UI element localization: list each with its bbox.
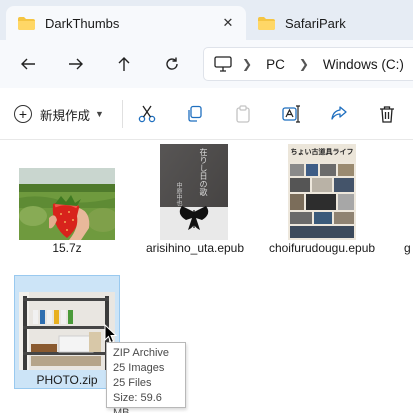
forward-arrow-icon xyxy=(69,58,83,70)
refresh-button[interactable] xyxy=(158,50,186,78)
monitor-icon xyxy=(214,56,232,72)
navigation-bar: ❯ PC ❯ Windows (C:) xyxy=(0,40,413,88)
paste-button[interactable] xyxy=(230,101,256,127)
file-name: 15.7z xyxy=(52,241,82,255)
file-list: 15.7z 在りし日の歌 中原中也 arisihino_uta.epub ちょい… xyxy=(0,141,413,413)
copy-button[interactable] xyxy=(182,101,208,127)
strawberry-thumbnail xyxy=(19,168,115,240)
refresh-icon xyxy=(166,57,178,70)
up-button[interactable] xyxy=(110,50,138,78)
plus-icon: + xyxy=(14,105,32,123)
book-cover-thumbnail: ちょい古道具ライフ xyxy=(288,144,356,240)
scissors-icon xyxy=(138,105,156,123)
tab-label: DarkThumbs xyxy=(45,15,120,31)
tab-label: SafariPark xyxy=(285,15,346,31)
book-title: 在りし日の歌 xyxy=(199,148,208,196)
chevron-right-icon: ❯ xyxy=(242,57,253,71)
book-title: ちょい古道具ライフ xyxy=(290,149,354,156)
folder-icon xyxy=(258,16,275,30)
tab-darkthumbs[interactable]: DarkThumbs ✕ xyxy=(6,6,246,40)
file-name: choifurudougu.epub xyxy=(268,241,376,255)
file-name-partial: g xyxy=(404,241,411,255)
tooltip-files: 25 Files xyxy=(113,377,152,389)
back-button[interactable] xyxy=(14,50,42,78)
shelf-photo-thumbnail xyxy=(19,292,115,370)
delete-button[interactable] xyxy=(374,101,400,127)
new-button[interactable]: + 新規作成 ▼ xyxy=(14,102,104,126)
address-bar[interactable]: ❯ PC ❯ Windows (C:) xyxy=(203,47,413,81)
chevron-right-icon: ❯ xyxy=(298,57,309,71)
share-icon xyxy=(331,106,347,120)
share-button[interactable] xyxy=(326,101,352,127)
tooltip-type: ZIP Archive xyxy=(113,347,170,359)
clipboard-icon xyxy=(236,105,250,123)
breadcrumb-drive[interactable]: Windows (C:) xyxy=(323,57,404,72)
close-icon[interactable]: ✕ xyxy=(220,15,236,31)
new-button-label: 新規作成 xyxy=(40,108,91,123)
cut-button[interactable] xyxy=(134,101,160,127)
tab-strip: DarkThumbs ✕ SafariPark xyxy=(0,0,413,40)
up-arrow-icon xyxy=(118,57,130,71)
trash-icon xyxy=(380,106,394,123)
copy-icon xyxy=(188,105,202,122)
rename-button[interactable] xyxy=(279,101,305,127)
tooltip-size: Size: 59.6 MB xyxy=(113,392,162,413)
file-tooltip: ZIP Archive 25 Images 25 Files Size: 59.… xyxy=(106,342,186,413)
file-name: arisihino_uta.epub xyxy=(145,241,245,255)
rename-icon xyxy=(282,105,300,123)
command-toolbar: + 新規作成 ▼ xyxy=(0,88,413,140)
tab-safaripark[interactable]: SafariPark xyxy=(250,6,413,40)
toolbar-divider xyxy=(122,100,123,128)
book-author: 中原中也 xyxy=(175,182,182,206)
tooltip-images: 25 Images xyxy=(113,362,165,374)
folder-icon xyxy=(18,16,35,30)
back-arrow-icon xyxy=(21,58,35,70)
forward-button[interactable] xyxy=(62,50,90,78)
book-cover-thumbnail: 在りし日の歌 中原中也 xyxy=(160,144,228,240)
breadcrumb-pc[interactable]: PC xyxy=(266,57,285,72)
chevron-down-icon: ▼ xyxy=(95,109,104,119)
